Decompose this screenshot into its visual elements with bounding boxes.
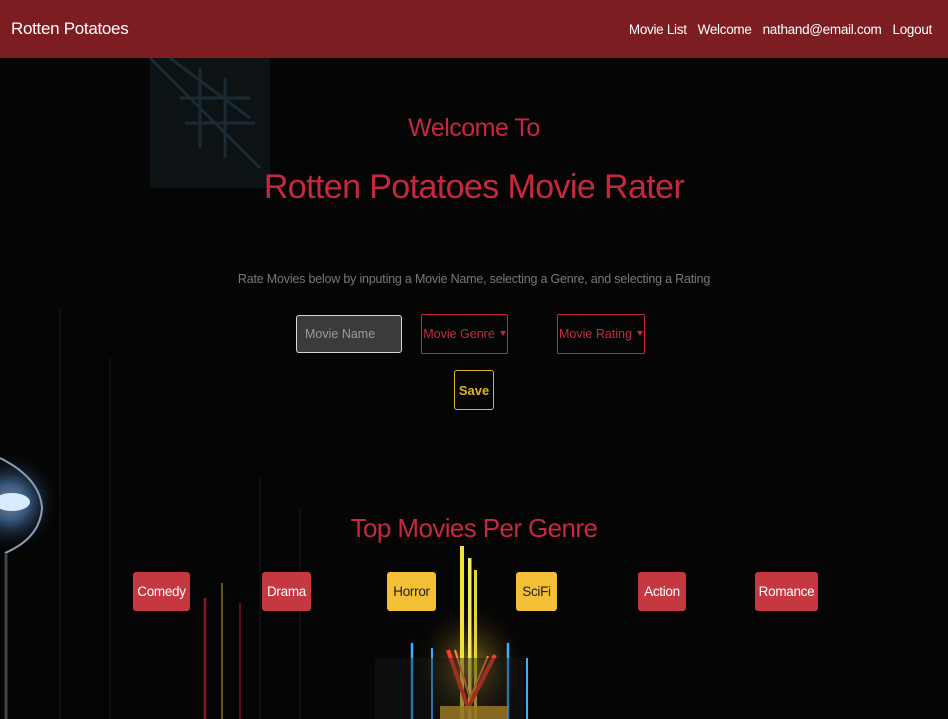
caret-down-icon [636, 330, 643, 336]
nav-links: Movie List Welcome nathand@email.com Log… [629, 22, 932, 37]
genre-button-romance[interactable]: Romance [755, 572, 818, 611]
movie-rating-dropdown[interactable]: Movie Rating [557, 314, 645, 354]
movie-genre-label: Movie Genre [423, 327, 495, 341]
main-content: Welcome To Rotten Potatoes Movie Rater R… [0, 58, 948, 719]
instructions-text: Rate Movies below by inputing a Movie Na… [237, 272, 711, 286]
brand-link[interactable]: Rotten Potatoes [11, 19, 129, 39]
top-movies-heading: Top Movies Per Genre [350, 513, 598, 543]
movie-name-input[interactable] [296, 315, 402, 353]
navbar: Rotten Potatoes Movie List Welcome natha… [0, 0, 948, 58]
genre-button-drama[interactable]: Drama [262, 572, 311, 611]
nav-logout[interactable]: Logout [893, 22, 933, 37]
nav-welcome[interactable]: Welcome [698, 22, 752, 37]
welcome-heading: Welcome To [408, 114, 540, 142]
nav-movie-list[interactable]: Movie List [629, 22, 687, 37]
genre-button-action[interactable]: Action [638, 572, 686, 611]
caret-down-icon [499, 330, 506, 336]
nav-user-email[interactable]: nathand@email.com [763, 22, 882, 37]
genre-button-horror[interactable]: Horror [387, 572, 436, 611]
movie-genre-dropdown[interactable]: Movie Genre [421, 314, 508, 354]
save-button[interactable]: Save [454, 370, 494, 410]
genre-button-comedy[interactable]: Comedy [133, 572, 190, 611]
page-title: Rotten Potatoes Movie Rater [263, 168, 685, 206]
hero-background: Welcome To Rotten Potatoes Movie Rater R… [0, 58, 948, 719]
movie-rating-label: Movie Rating [559, 327, 632, 341]
genre-button-scifi[interactable]: SciFi [516, 572, 557, 611]
